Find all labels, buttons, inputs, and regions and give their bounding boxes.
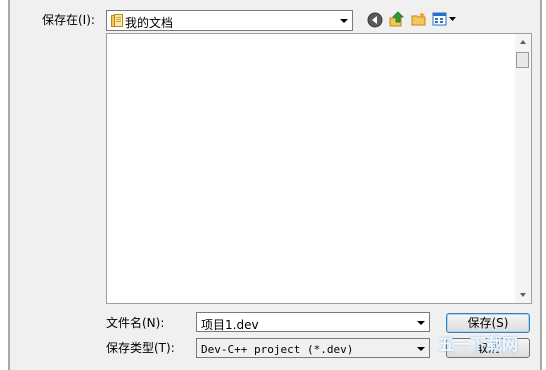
scroll-down-arrow-icon[interactable] [520,293,526,297]
filename-input[interactable]: 项目1.dev [201,316,259,333]
views-menu-icon[interactable] [432,11,458,27]
scroll-up-arrow-icon[interactable] [520,40,526,44]
chevron-down-icon[interactable] [417,321,425,325]
current-folder-text: 我的文档 [125,16,174,30]
new-folder-icon[interactable] [411,11,427,27]
my-documents-folder-icon [111,14,123,27]
up-folder-icon[interactable] [389,11,405,27]
chevron-down-icon[interactable] [340,18,348,23]
save-as-dialog: 保存在(I): 我的文档 文件名(N): 项目1.dev 保存类型(T): De… [0,0,546,370]
dialog-right-border [540,0,542,370]
filetype-value: Dev-C++ project (*.dev) [201,343,354,356]
save-button[interactable]: 保存(S) [446,313,530,333]
scroll-thumb[interactable] [516,52,529,68]
chevron-down-icon[interactable] [417,347,425,351]
filetype-label: 保存类型(T): [106,341,175,355]
save-in-label: 保存在(I): [42,13,95,27]
filename-combobox[interactable]: 项目1.dev [196,312,430,332]
vertical-scrollbar[interactable] [515,34,531,303]
filetype-select[interactable]: Dev-C++ project (*.dev) [196,338,430,358]
watermark-logo: 五一下载网 [438,335,519,354]
save-in-combobox[interactable]: 我的文档 [106,10,353,31]
back-icon[interactable] [367,12,383,28]
file-list-view[interactable] [106,33,532,304]
filename-label: 文件名(N): [106,316,165,330]
